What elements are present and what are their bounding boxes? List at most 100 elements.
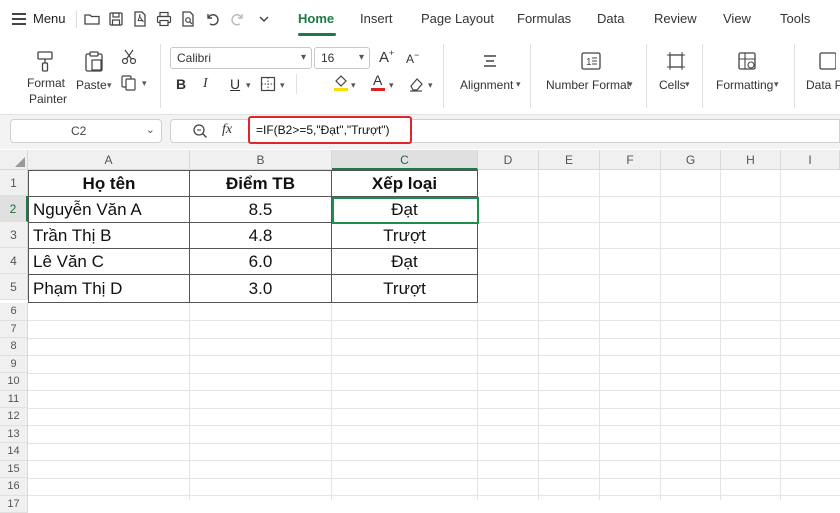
tab-data[interactable]: Data — [597, 11, 624, 26]
clear-format-icon[interactable] — [408, 76, 424, 92]
row-header-9[interactable]: 9 — [0, 356, 28, 374]
redo-icon[interactable] — [228, 9, 248, 29]
increase-font-icon[interactable]: A+ — [379, 48, 394, 66]
format-painter-label-line1[interactable]: Format — [27, 76, 65, 90]
column-header-c[interactable]: C — [332, 150, 478, 170]
cell-c4[interactable]: Đạt — [332, 249, 477, 275]
cell-b5[interactable]: 3.0 — [190, 276, 331, 302]
export-pdf-icon[interactable] — [130, 9, 150, 29]
chevron-down-icon[interactable]: ▾ — [280, 80, 285, 91]
row-header-10[interactable]: 10 — [0, 373, 28, 391]
chevron-down-icon[interactable]: ▾ — [516, 79, 521, 90]
chevron-down-icon[interactable]: ▾ — [351, 80, 356, 91]
formatting-button[interactable]: Formatting — [716, 78, 773, 92]
cell-b2[interactable]: 8.5 — [190, 197, 331, 223]
row-header-17[interactable]: 17 — [0, 496, 28, 513]
cell-c5[interactable]: Trượt — [332, 276, 477, 302]
save-icon[interactable] — [106, 9, 126, 29]
hamburger-icon[interactable] — [12, 13, 26, 25]
zoom-search-icon[interactable] — [192, 123, 208, 139]
tab-view[interactable]: View — [723, 11, 751, 26]
chevron-down-icon[interactable]: ▾ — [107, 80, 112, 91]
menu-button[interactable]: Menu — [33, 11, 66, 26]
row-header-11[interactable]: 11 — [0, 391, 28, 409]
column-header-e[interactable]: E — [539, 150, 600, 170]
tab-formulas[interactable]: Formulas — [517, 11, 571, 26]
print-icon[interactable] — [154, 9, 174, 29]
cell-b3[interactable]: 4.8 — [190, 223, 331, 249]
row-header-4[interactable]: 4 — [0, 248, 28, 274]
cell-a5[interactable]: Phạm Thị D — [33, 276, 189, 302]
cell-c3[interactable]: Trượt — [332, 223, 477, 249]
chevron-down-icon[interactable] — [254, 9, 274, 29]
undo-icon[interactable] — [202, 9, 222, 29]
bold-icon[interactable]: B — [176, 74, 186, 94]
tab-review[interactable]: Review — [654, 11, 697, 26]
column-header-d[interactable]: D — [478, 150, 539, 170]
data-process-icon[interactable] — [818, 51, 836, 71]
row-header-7[interactable]: 7 — [0, 321, 28, 339]
formatting-icon[interactable] — [737, 51, 757, 71]
copy-icon[interactable] — [120, 74, 138, 92]
font-name-select[interactable]: Calibri ▾ — [170, 47, 312, 69]
column-header-h[interactable]: H — [721, 150, 781, 170]
number-format-button[interactable]: Number Format — [546, 78, 630, 92]
tab-tools[interactable]: Tools — [780, 11, 810, 26]
column-header-f[interactable]: F — [600, 150, 661, 170]
font-size-select[interactable]: 16 ▾ — [314, 47, 370, 69]
number-format-icon[interactable]: 1 — [580, 51, 602, 71]
open-folder-icon[interactable] — [82, 9, 102, 29]
column-header-b[interactable]: B — [190, 150, 332, 170]
decrease-font-icon[interactable]: A− — [406, 50, 419, 66]
name-box[interactable]: C2 ⌄ — [10, 119, 162, 143]
tab-insert[interactable]: Insert — [360, 11, 393, 26]
alignment-button[interactable]: Alignment — [460, 78, 513, 92]
cell-b1[interactable]: Điểm TB — [190, 171, 331, 197]
row-header-16[interactable]: 16 — [0, 478, 28, 496]
cell-c1[interactable]: Xếp loại — [332, 171, 477, 197]
row-header-2[interactable]: 2 — [0, 196, 28, 222]
cells-button[interactable]: Cells — [659, 78, 686, 92]
chevron-down-icon[interactable]: ▾ — [774, 79, 779, 90]
fill-color-icon[interactable] — [333, 74, 349, 92]
chevron-down-icon[interactable]: ▾ — [389, 80, 394, 91]
column-header-a[interactable]: A — [28, 150, 190, 170]
row-header-5[interactable]: 5 — [0, 274, 28, 300]
borders-icon[interactable] — [260, 76, 276, 92]
tab-page-layout[interactable]: Page Layout — [421, 11, 494, 26]
row-header-14[interactable]: 14 — [0, 443, 28, 461]
italic-icon[interactable]: I — [203, 74, 208, 94]
cells-icon[interactable] — [666, 51, 686, 71]
cell-a4[interactable]: Lê Văn C — [33, 249, 189, 275]
row-header-12[interactable]: 12 — [0, 408, 28, 426]
format-painter-label-line2[interactable]: Painter — [29, 92, 67, 106]
alignment-icon[interactable] — [481, 52, 499, 70]
chevron-down-icon[interactable]: ▾ — [246, 80, 251, 91]
paste-button[interactable]: Paste — [76, 78, 107, 92]
row-header-6[interactable]: 6 — [0, 303, 28, 321]
chevron-down-icon[interactable]: ▾ — [685, 79, 690, 90]
column-header-i[interactable]: I — [781, 150, 840, 170]
row-header-13[interactable]: 13 — [0, 426, 28, 444]
row-header-1[interactable]: 1 — [0, 170, 28, 196]
print-preview-icon[interactable] — [178, 9, 198, 29]
column-header-g[interactable]: G — [661, 150, 721, 170]
chevron-down-icon[interactable]: ▾ — [142, 78, 147, 89]
select-all-corner[interactable] — [0, 150, 28, 170]
cell-a3[interactable]: Trần Thị B — [33, 223, 189, 249]
fx-icon[interactable]: fx — [222, 122, 232, 138]
row-header-3[interactable]: 3 — [0, 222, 28, 248]
cell-a1[interactable]: Họ tên — [29, 171, 189, 197]
format-painter-icon[interactable] — [34, 50, 56, 72]
row-header-8[interactable]: 8 — [0, 338, 28, 356]
formula-input[interactable]: =IF(B2>=5,"Đạt","Trượt") — [256, 123, 390, 137]
chevron-down-icon[interactable]: ▾ — [428, 80, 433, 91]
tab-home[interactable]: Home — [298, 11, 334, 26]
data-process-button[interactable]: Data Pr — [806, 78, 840, 92]
chevron-down-icon[interactable]: ▾ — [628, 79, 633, 90]
paste-icon[interactable] — [83, 50, 105, 72]
row-header-15[interactable]: 15 — [0, 461, 28, 479]
font-color-icon[interactable]: A — [370, 72, 386, 92]
cell-a2[interactable]: Nguyễn Văn A — [33, 197, 189, 223]
underline-icon[interactable]: U — [230, 74, 240, 94]
